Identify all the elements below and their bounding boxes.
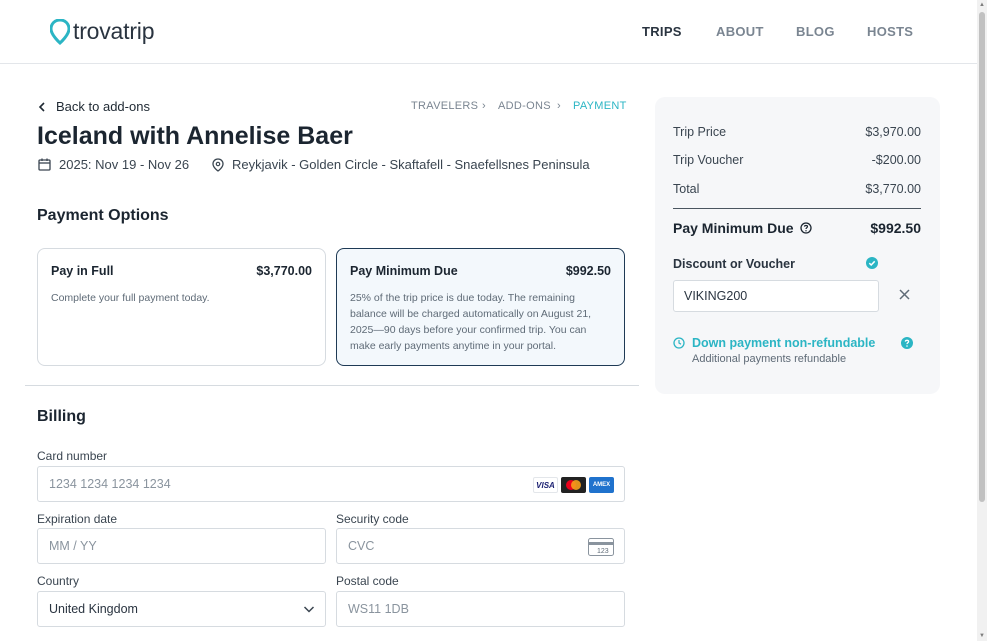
cvc-placeholder: CVC — [348, 539, 375, 553]
scroll-thumb[interactable] — [979, 12, 985, 502]
refund-notice-title: Down payment non-refundable — [692, 336, 876, 350]
minimum-due-value: $992.50 — [870, 220, 921, 236]
location-pin-logo-icon — [50, 18, 70, 45]
option-description: Complete your full payment today. — [51, 292, 210, 304]
help-circle-icon[interactable] — [799, 222, 812, 234]
trip-price-value: $3,970.00 — [865, 125, 921, 139]
refund-notice: Down payment non-refundable Additional p… — [673, 336, 875, 365]
question-mark-icon[interactable] — [901, 337, 913, 349]
security-code-input[interactable]: CVC 123 — [336, 528, 625, 564]
voucher-code-input[interactable]: VIKING200 — [673, 280, 879, 312]
expiration-input[interactable]: MM / YY — [37, 528, 326, 564]
map-pin-icon — [212, 157, 224, 172]
trip-voucher-label: Trip Voucher — [673, 153, 744, 167]
card-number-placeholder: 1234 1234 1234 1234 — [49, 477, 171, 491]
top-navbar: trovatrip TRIPS ABOUT BLOG HOSTS — [0, 0, 977, 64]
chevron-down-icon — [303, 606, 315, 613]
option-description: 25% of the trip price is due today. The … — [350, 292, 592, 352]
summary-divider — [673, 208, 921, 209]
postal-code-label: Postal code — [336, 574, 399, 588]
postal-code-input[interactable]: WS11 1DB — [336, 591, 625, 627]
expiration-label: Expiration date — [37, 512, 118, 526]
trip-price-label: Trip Price — [673, 125, 727, 139]
security-code-label: Security code — [336, 512, 409, 526]
country-value: United Kingdom — [49, 602, 138, 616]
scroll-down-arrow-icon[interactable]: ▼ — [978, 632, 986, 640]
country-select[interactable]: United Kingdom — [37, 591, 326, 627]
chevron-left-icon — [38, 101, 45, 112]
minimum-due-row: Pay Minimum Due $992.50 — [673, 220, 921, 236]
page-scrollbar[interactable]: ▲ ▼ — [977, 0, 987, 641]
back-label: Back to add-ons — [56, 99, 150, 114]
trip-voucher-row: Trip Voucher -$200.00 — [673, 153, 921, 167]
clock-icon — [673, 337, 685, 349]
total-label: Total — [673, 182, 700, 196]
discount-label: Discount or Voucher — [673, 257, 796, 271]
total-value: $3,770.00 — [865, 182, 921, 196]
nav-blog[interactable]: BLOG — [796, 24, 835, 39]
close-icon[interactable] — [899, 289, 910, 300]
breadcrumb-payment: PAYMENT — [573, 100, 627, 112]
visa-icon: VISA — [533, 477, 558, 493]
section-divider — [25, 385, 639, 386]
nav-trips[interactable]: TRIPS — [642, 24, 682, 39]
trip-voucher-value: -$200.00 — [871, 153, 921, 167]
cvc-card-icon: 123 — [588, 538, 614, 556]
breadcrumb-travelers[interactable]: TRAVELERS — [411, 100, 478, 112]
billing-title: Billing — [37, 408, 86, 425]
trip-title: Iceland with Annelise Baer — [37, 122, 353, 150]
payment-options-title: Payment Options — [37, 207, 169, 224]
card-number-label: Card number — [37, 449, 108, 463]
chevron-right-icon: › — [482, 100, 486, 112]
total-row: Total $3,770.00 — [673, 182, 921, 196]
trip-dates-text: 2025: Nov 19 - Nov 26 — [59, 157, 190, 172]
card-brands: VISA AMEX — [533, 477, 614, 493]
refund-notice-subtitle: Additional payments refundable — [692, 353, 847, 365]
cvc-icon-text: 123 — [597, 548, 609, 555]
order-summary: Trip Price $3,970.00 Trip Voucher -$200.… — [655, 97, 940, 394]
chevron-right-icon: › — [557, 100, 561, 112]
scroll-up-arrow-icon[interactable]: ▲ — [978, 1, 986, 9]
card-number-input[interactable]: 1234 1234 1234 1234 VISA AMEX — [37, 466, 625, 502]
trip-price-row: Trip Price $3,970.00 — [673, 125, 921, 139]
expiration-placeholder: MM / YY — [49, 539, 97, 553]
option-amount: $992.50 — [565, 264, 611, 278]
minimum-due-label: Pay Minimum Due — [673, 220, 794, 236]
pay-minimum-due-option[interactable]: Pay Minimum Due $992.50 25% of the trip … — [336, 248, 625, 366]
logo-text: trovatrip — [73, 18, 155, 44]
option-label: Pay Minimum Due — [350, 264, 458, 278]
nav-hosts[interactable]: HOSTS — [867, 24, 913, 39]
option-label: Pay in Full — [51, 264, 114, 278]
trip-dates: 2025: Nov 19 - Nov 26 — [38, 157, 189, 172]
trip-route: Reykjavik - Golden Circle - Skaftafell -… — [212, 157, 590, 172]
check-circle-icon — [866, 257, 878, 269]
mastercard-icon — [561, 477, 586, 493]
amex-icon: AMEX — [589, 477, 614, 493]
postal-placeholder: WS11 1DB — [348, 602, 409, 616]
trip-route-text: Reykjavik - Golden Circle - Skaftafell -… — [232, 157, 590, 172]
back-to-addons-link[interactable]: Back to add-ons — [38, 99, 150, 114]
trovatrip-logo[interactable]: trovatrip — [50, 18, 154, 45]
breadcrumb-addons[interactable]: ADD-ONS — [498, 100, 551, 112]
voucher-code-value: VIKING200 — [684, 289, 748, 303]
pay-in-full-option[interactable]: Pay in Full $3,770.00 Complete your full… — [37, 248, 326, 366]
checkout-page: trovatrip TRIPS ABOUT BLOG HOSTS Back to… — [0, 0, 987, 641]
calendar-icon — [38, 158, 51, 171]
nav-about[interactable]: ABOUT — [716, 24, 764, 39]
country-label: Country — [37, 574, 80, 588]
option-amount: $3,770.00 — [256, 264, 312, 278]
